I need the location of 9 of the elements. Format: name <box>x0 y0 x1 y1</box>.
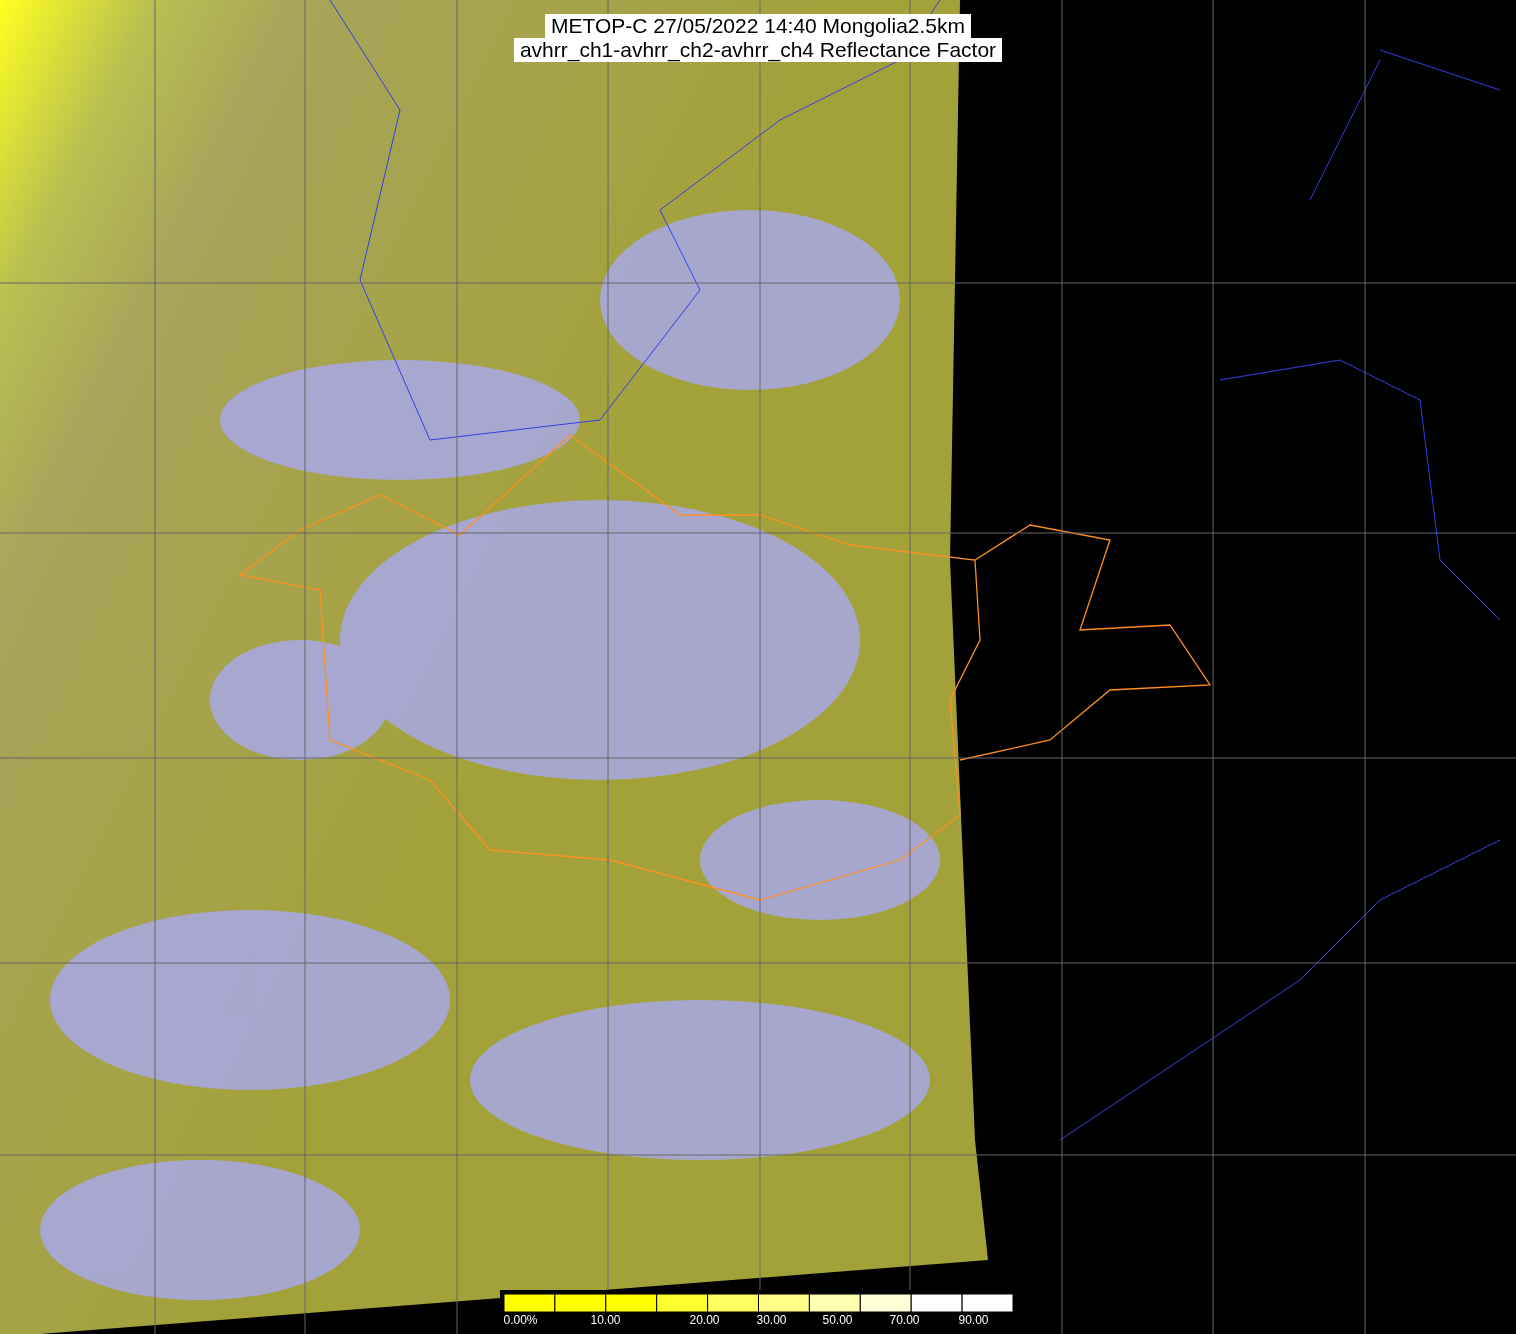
map-title: avhrr_ch1-avhrr_ch2-avhrr_ch4 Reflectance Factor <box>513 38 1003 62</box>
scale-label: 50.00 <box>822 1313 853 1328</box>
map-title: METOP-C 27/05/2022 14:40 Mongolia2.5km <box>545 14 971 38</box>
scale-label: 10.00 <box>590 1313 621 1328</box>
scale-label: 70.00 <box>889 1313 920 1328</box>
scale-label: 0.00% <box>503 1313 538 1328</box>
scale-label: 20.00 <box>689 1313 720 1328</box>
scale-label: 30.00 <box>756 1313 787 1328</box>
scale-label: 90.00 <box>958 1313 989 1328</box>
